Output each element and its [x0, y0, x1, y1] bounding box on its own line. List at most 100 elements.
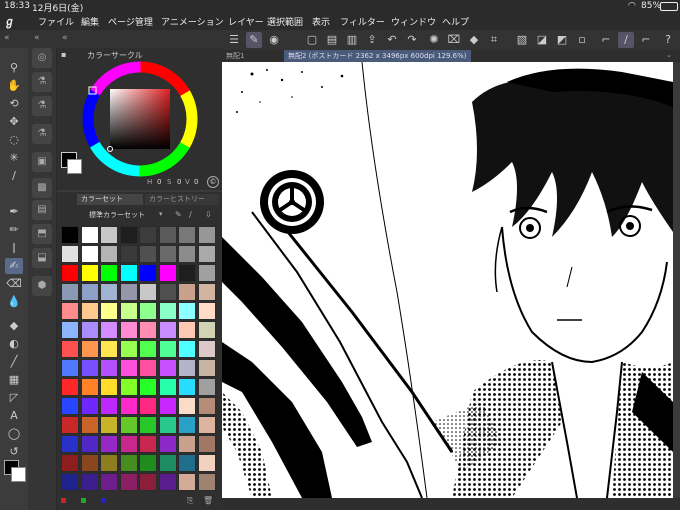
- color-swatch[interactable]: [61, 321, 79, 339]
- frame-icon[interactable]: ▦: [5, 372, 23, 388]
- redo-icon[interactable]: ↷: [404, 32, 420, 48]
- menu-view[interactable]: 表示: [312, 15, 330, 28]
- color-swatch[interactable]: [139, 416, 157, 434]
- color-set-dropdown[interactable]: 標準カラーセット: [61, 210, 171, 221]
- chevron-down-icon[interactable]: ⌄: [666, 51, 672, 59]
- color-swatch[interactable]: [119, 359, 138, 377]
- collapse-icon[interactable]: «: [4, 33, 10, 43]
- color-swatch[interactable]: [139, 302, 157, 320]
- color-swatch[interactable]: [178, 321, 196, 339]
- color-swatch[interactable]: [139, 454, 157, 472]
- ruler-icon[interactable]: ⌐: [598, 32, 614, 48]
- move-icon[interactable]: ✥: [5, 114, 23, 130]
- color-swatch[interactable]: [158, 283, 177, 301]
- subtool-icon[interactable]: ⚗: [32, 96, 52, 116]
- chevron-down-icon[interactable]: ▾: [159, 210, 163, 218]
- color-swatch[interactable]: [119, 340, 138, 358]
- color-swatch[interactable]: [119, 435, 138, 453]
- color-swatch[interactable]: [80, 264, 99, 282]
- color-swatch[interactable]: [139, 359, 157, 377]
- color-swatch[interactable]: [119, 321, 138, 339]
- color-swatch[interactable]: [178, 416, 196, 434]
- color-swatch[interactable]: [80, 416, 99, 434]
- color-swatch[interactable]: [158, 321, 177, 339]
- color-swatch[interactable]: [61, 416, 79, 434]
- color-swatch[interactable]: [61, 264, 79, 282]
- color-swatch[interactable]: [119, 454, 138, 472]
- color-swatch[interactable]: [158, 378, 177, 396]
- color-swatch[interactable]: [80, 302, 99, 320]
- color-swatch[interactable]: [178, 454, 196, 472]
- color-swatch[interactable]: [119, 302, 138, 320]
- color-swatch[interactable]: [197, 454, 216, 472]
- rotate-icon[interactable]: ⟲: [5, 96, 23, 112]
- color-swatch[interactable]: [61, 245, 79, 263]
- help-icon[interactable]: ?: [660, 32, 676, 48]
- color-swatch[interactable]: [61, 397, 79, 415]
- color-swatch[interactable]: [61, 226, 79, 244]
- color-swatch[interactable]: [61, 454, 79, 472]
- color-swatch[interactable]: [80, 340, 99, 358]
- color-swatch[interactable]: [100, 454, 118, 472]
- menu-help[interactable]: ヘルプ: [442, 15, 469, 28]
- color-swatch[interactable]: [100, 359, 118, 377]
- color-swatch[interactable]: [197, 435, 216, 453]
- color-swatch[interactable]: [139, 340, 157, 358]
- fill-icon[interactable]: ◆: [466, 32, 482, 48]
- crop-icon[interactable]: ⌗: [486, 32, 502, 48]
- menu-window[interactable]: ウィンドウ: [391, 15, 436, 28]
- color-swatch[interactable]: [197, 245, 216, 263]
- collapse-icon[interactable]: «: [62, 33, 68, 43]
- subtool-icon[interactable]: ◎: [32, 48, 52, 68]
- color-swatch[interactable]: [139, 321, 157, 339]
- color-swatch[interactable]: [100, 435, 118, 453]
- horizontal-scrollbar[interactable]: [222, 498, 680, 510]
- gradient-icon[interactable]: ◐: [5, 336, 23, 352]
- color-icon[interactable]: ◉: [266, 32, 282, 48]
- subtool-icon[interactable]: ▤: [32, 200, 52, 220]
- color-swatch[interactable]: [61, 340, 79, 358]
- zoom-icon[interactable]: ⚲: [5, 60, 23, 76]
- menu-icon[interactable]: ☰: [226, 32, 242, 48]
- color-swatch[interactable]: [158, 264, 177, 282]
- color-swatch[interactable]: [197, 416, 216, 434]
- color-swatch[interactable]: [119, 397, 138, 415]
- color-swatch[interactable]: [178, 245, 196, 263]
- color-swatch[interactable]: [61, 435, 79, 453]
- pen-icon[interactable]: ∕: [618, 32, 634, 48]
- spinner-icon[interactable]: ✺: [426, 32, 442, 48]
- download-icon[interactable]: ⇩: [205, 210, 212, 219]
- color-swatch[interactable]: [80, 359, 99, 377]
- color-swatch[interactable]: [197, 473, 216, 491]
- color-swatch[interactable]: [139, 226, 157, 244]
- color-swatch[interactable]: [61, 283, 79, 301]
- add-layer-icon[interactable]: ⎘: [187, 496, 193, 506]
- menu-page[interactable]: ページ管理: [108, 15, 153, 28]
- color-swatch[interactable]: [139, 264, 157, 282]
- subtool-icon[interactable]: ▩: [32, 178, 52, 198]
- color-swatch[interactable]: [158, 416, 177, 434]
- blend-icon[interactable]: 💧: [5, 294, 23, 310]
- color-swatch[interactable]: [100, 226, 118, 244]
- color-swatch[interactable]: [100, 245, 118, 263]
- color-swatch[interactable]: [100, 340, 118, 358]
- color-swatch[interactable]: [80, 454, 99, 472]
- undo-icon[interactable]: ↶: [384, 32, 400, 48]
- color-swatch[interactable]: [100, 378, 118, 396]
- color-swatch[interactable]: [80, 473, 99, 491]
- color-swatch[interactable]: [158, 454, 177, 472]
- color-swatch[interactable]: [178, 473, 196, 491]
- color-swatch[interactable]: [197, 359, 216, 377]
- color-swatch[interactable]: [80, 226, 99, 244]
- tab-color-history[interactable]: カラーヒストリー: [145, 194, 219, 205]
- color-swatch[interactable]: [80, 435, 99, 453]
- color-swatch[interactable]: [158, 435, 177, 453]
- color-swatch[interactable]: [119, 473, 138, 491]
- color-wheel[interactable]: [81, 60, 199, 178]
- canvas-tab-1[interactable]: 無配1: [226, 51, 244, 61]
- color-swatch[interactable]: [178, 359, 196, 377]
- wand-icon[interactable]: ✳: [5, 150, 23, 166]
- open-file-icon[interactable]: ▤: [324, 32, 340, 48]
- line-icon[interactable]: ⌐: [638, 32, 654, 48]
- color-swatch[interactable]: [100, 264, 118, 282]
